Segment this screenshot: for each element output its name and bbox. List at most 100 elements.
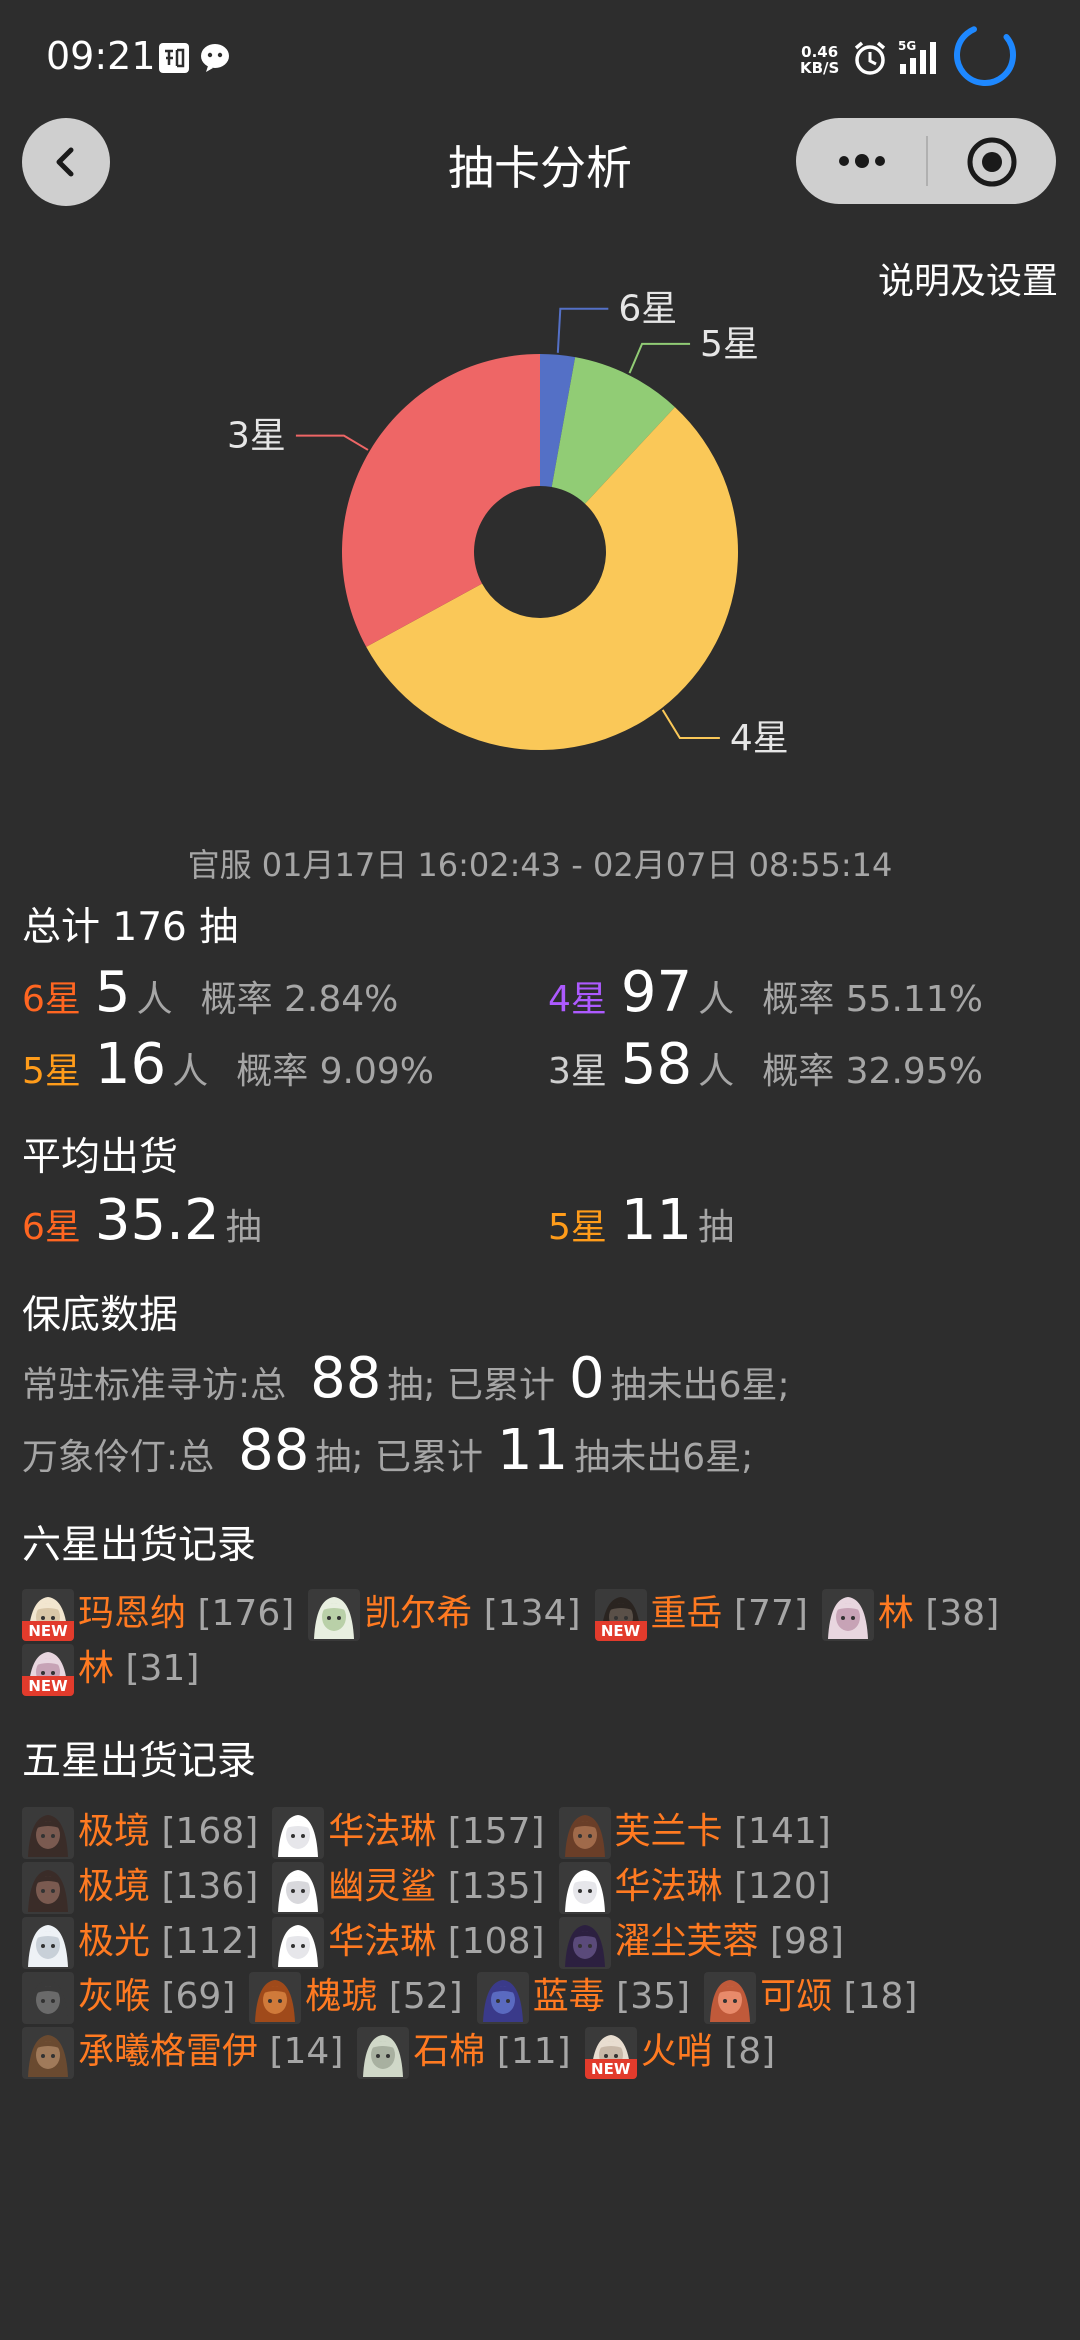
operator-pull-count: [11] [485,2031,571,2072]
capsule-divider [926,136,928,186]
six-star-records-title: 六星出货记录 [22,1523,257,1568]
operator-portrait-icon [22,1972,74,2024]
operator-avatar: NEW [22,1589,74,1641]
operator-record: 凯尔希 [134] [308,1586,581,1641]
operator-pull-count: [52] [377,1976,463,2017]
stat-three-star: 3星 58 人概率 32.95% [548,1032,983,1097]
operator-avatar [22,1862,74,1914]
mini-program-capsule [796,118,1056,204]
operator-portrait-icon [558,1917,611,1969]
operator-portrait-icon [558,1807,611,1859]
more-button[interactable] [832,136,892,186]
operator-record: 极境 [168] [22,1804,258,1859]
new-badge: NEW [22,1621,74,1641]
operator-portrait-icon [22,1807,74,1859]
operator-record: 石棉 [11] [357,2024,571,2079]
wechat-notification-icon [200,42,232,74]
zhihu-notification-icon [158,42,190,74]
avg-six-value: 35.2 [94,1188,220,1253]
pity-standard-acc: 0 [568,1346,605,1411]
operator-record: 极境 [136] [22,1859,258,1914]
five-star-records: 极境 [168] 华法琳 [157] 芙兰卡 [141]极境 [136] 幽灵鲨 [1… [22,1804,1062,2079]
operator-name: 极光 [78,1921,151,1962]
operator-pull-count: [35] [604,1976,691,2017]
new-badge: NEW [594,1621,647,1641]
operator-portrait-icon [821,1589,874,1641]
operator-pull-count: [112] [150,1921,259,1962]
operator-record: 可颂 [18] [704,1969,917,2024]
operator-avatar: NEW [22,1644,74,1696]
operator-record: 幽灵鲨 [135] [272,1859,545,1914]
operator-pull-count: [168] [150,1811,259,1852]
avg-six-unit: 抽 [225,1207,262,1248]
operator-name: 承曦格雷伊 [78,2031,259,2072]
operator-avatar [558,1862,611,1914]
signal-type-label: 5G [898,39,916,53]
operator-name: 重岳 [650,1593,723,1634]
operator-portrait-icon [704,1972,757,2024]
operator-record: 灰喉 [69] [22,1969,235,2024]
operator-portrait-icon [272,1807,325,1859]
operator-name: 华法琳 [614,1866,723,1907]
stat-three-label: 3星 [548,1051,607,1092]
operator-pull-count: [141] [722,1811,831,1852]
pity-limited-mid: 抽; 已累计 [315,1437,483,1478]
stat-six-unit: 人 [136,979,173,1020]
operator-portrait-icon [272,1862,325,1914]
operator-name: 濯尘芙蓉 [614,1921,759,1962]
operator-avatar [22,2027,74,2079]
operator-avatar [308,1589,361,1641]
pity-row-standard: 常驻标准寻访:总 88 抽; 已累计 0 抽未出6星; [22,1346,790,1411]
pity-standard-name: 常驻标准寻访:总 [22,1365,287,1406]
operator-name: 极境 [78,1866,151,1907]
star-distribution-chart: 6星 5星 4星 3星 [227,289,789,759]
stat-three-rate: 概率 32.95% [762,1051,983,1092]
operator-record: NEW 林 [31] [22,1641,199,1696]
operator-portrait-icon [22,2027,74,2079]
operator-record: 槐琥 [52] [249,1969,463,2024]
avg-five-value: 11 [620,1188,693,1253]
date-range: 官服 01月17日 16:02:43 - 02月07日 08:55:14 [187,846,893,884]
operator-pull-count: [14] [258,2031,344,2072]
operator-portrait-icon [308,1589,361,1641]
alarm-icon [852,40,888,80]
stat-four-star: 4星 97 人概率 55.11% [548,960,983,1025]
new-badge: NEW [22,1676,74,1696]
operator-name: 玛恩纳 [78,1593,187,1634]
operator-portrait-icon [22,1917,74,1969]
avg-five-unit: 抽 [698,1207,735,1248]
operator-pull-count: [108] [436,1921,545,1962]
loading-spinner-icon [952,22,1018,92]
pie-slice-3星[interactable] [342,354,540,647]
stat-four-unit: 人 [698,979,735,1020]
operator-pull-count: [8] [712,2031,776,2072]
stat-five-unit: 人 [172,1051,209,1092]
operator-avatar [249,1972,302,2024]
operator-portrait-icon [357,2027,410,2079]
pity-title: 保底数据 [22,1293,179,1338]
stat-five-star: 5星 16 人概率 9.09% [22,1032,434,1097]
operator-avatar [22,1807,74,1859]
operator-portrait-icon [558,1862,611,1914]
operator-pull-count: [135] [436,1866,545,1907]
stat-five-label: 5星 [22,1051,81,1092]
close-mini-program-button[interactable] [964,134,1020,190]
operator-avatar [821,1589,874,1641]
operator-avatar [558,1917,611,1969]
operator-avatar [272,1862,325,1914]
operator-portrait-icon [249,1972,302,2024]
stat-six-label: 6星 [22,979,81,1020]
operator-name: 芙兰卡 [614,1811,723,1852]
pity-limited-total: 88 [238,1418,310,1483]
operator-portrait-icon [272,1917,325,1969]
operator-record: 华法琳 [120] [558,1859,831,1914]
operator-name: 华法琳 [328,1811,437,1852]
pie-label-5星: 5星 [700,324,759,365]
stat-four-rate: 概率 55.11% [762,979,983,1020]
pie-leader-line-4星 [661,709,720,740]
operator-name: 槐琥 [305,1976,378,2017]
operator-pull-count: [31] [114,1648,200,1689]
operator-pull-count: [120] [722,1866,831,1907]
operator-portrait-icon [476,1972,529,2024]
more-dots-icon [839,154,885,168]
